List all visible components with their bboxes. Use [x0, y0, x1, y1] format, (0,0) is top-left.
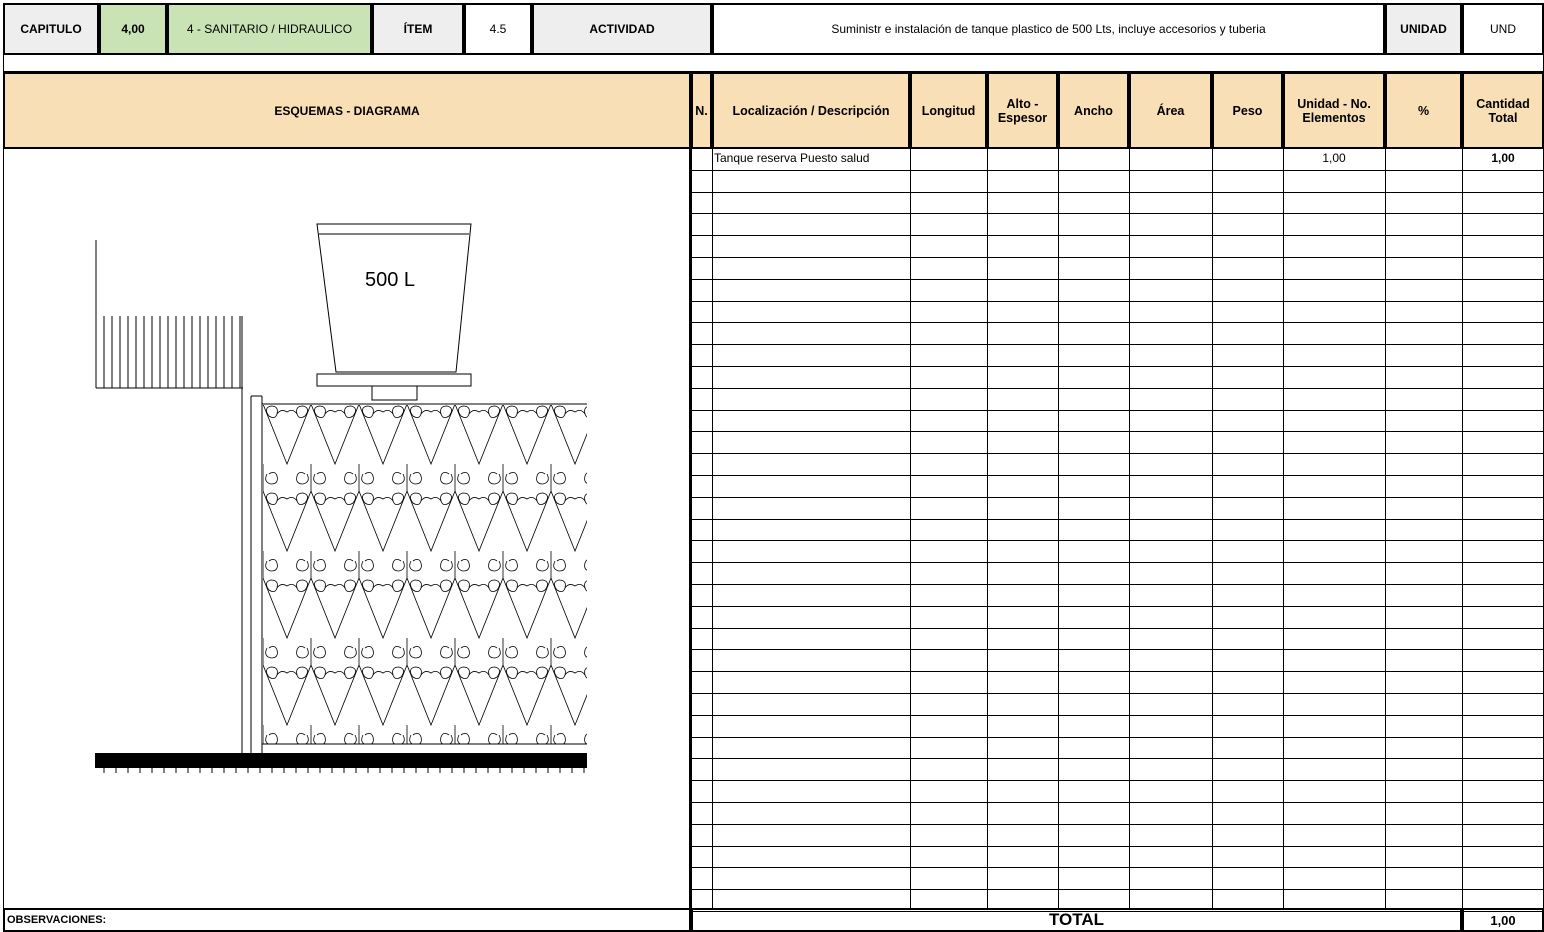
grid-row-line: [691, 366, 1544, 367]
grid-row-line: [691, 584, 1544, 585]
grid-row-line: [691, 606, 1544, 607]
grid-row-line: [691, 192, 1544, 193]
header-col-cantidad: Cantidad Total: [1462, 72, 1544, 149]
grid-col-line: [1129, 148, 1130, 908]
grid-row-line: [691, 671, 1544, 672]
header-col-longitud: Longitud: [910, 72, 987, 149]
grid-row-line: [691, 475, 1544, 476]
table-cell-descripcion: Tanque reserva Puesto salud: [714, 151, 870, 165]
tank-diagram: 500 L: [95, 223, 587, 773]
header-col-unidad: Unidad - No. Elementos: [1283, 72, 1385, 149]
grid-row-line: [691, 301, 1544, 302]
grid-row-line: [691, 649, 1544, 650]
grid-row-line: [691, 322, 1544, 323]
grid-col-line: [1058, 148, 1059, 908]
table-cell-cantidad: 1,00: [1491, 151, 1515, 165]
grid-row-line: [691, 540, 1544, 541]
grid-row-line: [691, 824, 1544, 825]
grid-row-line: [691, 497, 1544, 498]
grid-row-line: [691, 257, 1544, 258]
grid-row-line: [691, 562, 1544, 563]
grid-row-line: [691, 344, 1544, 345]
grid-row-line: [691, 628, 1544, 629]
grid-row-line: [691, 410, 1544, 411]
header-col-peso: Peso: [1212, 72, 1283, 149]
esquemas-header: ESQUEMAS - DIAGRAMA: [3, 72, 691, 149]
grid-row-line: [691, 737, 1544, 738]
grid-row-line: [691, 431, 1544, 432]
header-col-alto: Alto - Espesor: [987, 72, 1058, 149]
grid-row-line: [691, 780, 1544, 781]
grid-row-line: [691, 846, 1544, 847]
grid-row-line: [691, 889, 1544, 890]
unidad-value: UND: [1462, 3, 1544, 55]
grid-row-line: [691, 519, 1544, 520]
grid-row-line: [691, 279, 1544, 280]
grid-col-line: [691, 148, 692, 908]
grid-col-line: [712, 148, 713, 908]
header-col-porcentaje: %: [1385, 72, 1462, 149]
tank-label: 500 L: [365, 269, 415, 291]
spacer-row: [3, 55, 1544, 72]
grid-row-line: [691, 693, 1544, 694]
observaciones-label: OBSERVACIONES:: [3, 908, 691, 932]
capitulo-label: CAPITULO: [3, 3, 99, 55]
grid-row-line: [691, 213, 1544, 214]
grid-row-line: [691, 388, 1544, 389]
header-col-descripcion: Localización / Descripción: [712, 72, 910, 149]
grid-row-line: [691, 453, 1544, 454]
unidad-label: UNIDAD: [1385, 3, 1462, 55]
actividad-value: Suministr e instalación de tanque plasti…: [712, 3, 1385, 55]
total-label: TOTAL: [691, 908, 1462, 932]
grid-col-line: [1283, 148, 1284, 908]
actividad-label: ACTIVIDAD: [532, 3, 712, 55]
grid-col-line: [910, 148, 911, 908]
table-cell-unidad: 1,00: [1322, 151, 1346, 165]
grid-col-line: [1462, 148, 1463, 908]
header-col-area: Área: [1129, 72, 1212, 149]
grid-row-line: [691, 758, 1544, 759]
grid-col-line: [1385, 148, 1386, 908]
item-value: 4.5: [464, 3, 532, 55]
capitulo-value: 4,00: [99, 3, 167, 55]
item-label: ÍTEM: [372, 3, 464, 55]
grid-row-line: [691, 170, 1544, 171]
grid-row-line: [691, 235, 1544, 236]
grid-col-line: [987, 148, 988, 908]
grid-row-line: [691, 867, 1544, 868]
total-value: 1,00: [1462, 908, 1544, 932]
capitulo-name: 4 - SANITARIO / HIDRAULICO: [167, 3, 372, 55]
grid-col-line: [1212, 148, 1213, 908]
grid-row-line: [691, 802, 1544, 803]
header-col-n: N.: [691, 72, 712, 149]
grid-row-line: [691, 715, 1544, 716]
header-col-ancho: Ancho: [1058, 72, 1129, 149]
